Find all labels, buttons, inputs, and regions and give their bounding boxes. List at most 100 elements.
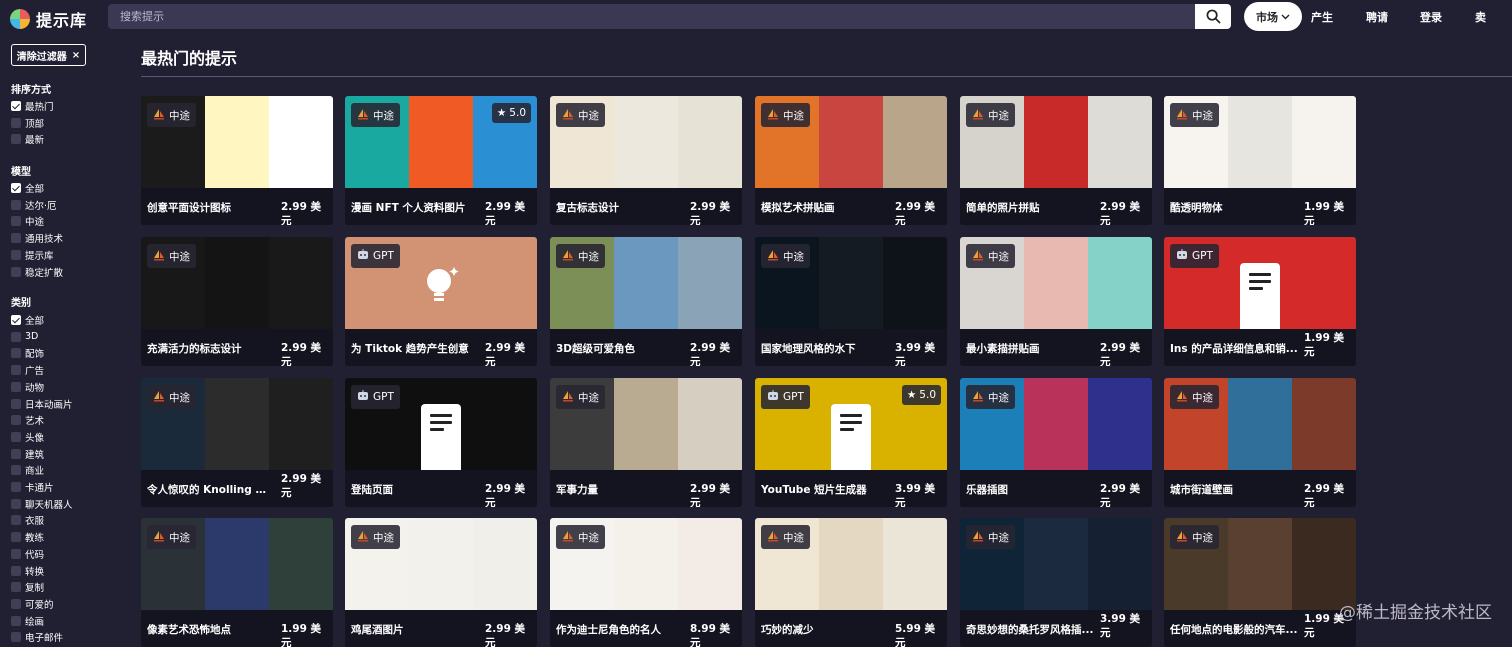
prompt-card[interactable]: 中途 作为迪士尼角色的名人 8.99 美元 <box>550 518 742 647</box>
checkbox[interactable] <box>11 315 21 325</box>
checkbox[interactable] <box>11 381 21 392</box>
sailboat-icon <box>153 390 165 405</box>
checkbox[interactable] <box>11 632 21 643</box>
nav-sell[interactable]: 卖 <box>1475 9 1486 25</box>
checkbox[interactable] <box>11 482 21 492</box>
prompt-card[interactable]: 中途 3D超级可爱角色 2.99 美元 <box>550 237 742 366</box>
filter-option[interactable]: 顶部 <box>11 116 44 130</box>
filter-option-label: 稳定扩散 <box>25 267 64 279</box>
filter-option[interactable]: 聊天机器人 <box>11 497 73 511</box>
prompt-card[interactable]: 中途 城市街道壁画 2.99 美元 <box>1164 378 1356 507</box>
filter-option[interactable]: 全部 <box>11 181 44 195</box>
filter-option[interactable]: 广告 <box>11 363 44 377</box>
prompt-card[interactable]: 中途 国家地理风格的水下 3.99 美元 <box>755 237 947 366</box>
filter-option[interactable]: 衣服 <box>11 513 44 527</box>
checkbox[interactable] <box>11 216 21 227</box>
filter-option[interactable]: 动物 <box>11 380 44 394</box>
filter-option[interactable]: 配饰 <box>11 346 44 360</box>
prompt-card[interactable]: 中途 创意平面设计图标 2.99 美元 <box>141 96 333 225</box>
filter-option[interactable]: 绘画 <box>11 614 44 628</box>
filter-option[interactable]: 商业 <box>11 463 44 477</box>
filter-option[interactable]: 教练 <box>11 530 44 544</box>
filter-option[interactable]: 最新 <box>11 132 44 146</box>
prompt-card[interactable]: 中途 充满活力的标志设计 2.99 美元 <box>141 237 333 366</box>
checkbox[interactable] <box>11 101 21 111</box>
checkbox[interactable] <box>11 183 21 193</box>
prompt-card[interactable]: 中途 军事力量 2.99 美元 <box>550 378 742 507</box>
market-dropdown[interactable]: 市场 <box>1244 2 1302 31</box>
checkbox[interactable] <box>11 465 21 476</box>
prompt-card[interactable]: 中途 乐器插图 2.99 美元 <box>960 378 1152 507</box>
checkbox[interactable] <box>11 615 21 626</box>
nav-create[interactable]: 产生 <box>1311 9 1333 25</box>
prompt-card[interactable]: 中途 奇思妙想的桑托罗风格插... 3.99 美元 <box>960 518 1152 647</box>
prompt-card[interactable]: 中途 酷透明物体 1.99 美元 <box>1164 96 1356 225</box>
filter-option-label: 衣服 <box>25 516 45 528</box>
checkbox[interactable] <box>11 598 21 609</box>
card-price: 2.99 美元 <box>690 342 731 366</box>
checkbox[interactable] <box>11 448 21 459</box>
checkbox[interactable] <box>11 498 21 509</box>
prompt-card[interactable]: 中途 像素艺术恐怖地点 1.99 美元 <box>141 518 333 647</box>
checkbox[interactable] <box>11 431 21 442</box>
prompt-card[interactable]: 中途 ★ 5.0 漫画 NFT 个人资料图片 2.99 美元 <box>345 96 537 225</box>
prompt-card[interactable]: 中途 巧妙的减少 5.99 美元 <box>755 518 947 647</box>
checkbox[interactable] <box>11 331 21 342</box>
prompt-card[interactable]: 中途 简单的照片拼贴 2.99 美元 <box>960 96 1152 225</box>
checkbox[interactable] <box>11 565 21 576</box>
filter-option[interactable]: 艺术 <box>11 413 44 427</box>
card-title: 鸡尾酒图片 <box>351 624 404 636</box>
checkbox[interactable] <box>11 515 21 526</box>
checkbox[interactable] <box>11 365 21 376</box>
checkbox[interactable] <box>11 117 21 128</box>
filter-option[interactable]: 复制 <box>11 580 44 594</box>
checkbox[interactable] <box>11 532 21 543</box>
prompt-card[interactable]: 中途 令人惊叹的 Knolling 对象... 2.99 美元 <box>141 378 333 507</box>
prompt-card[interactable]: 中途 模拟艺术拼贴画 2.99 美元 <box>755 96 947 225</box>
logo[interactable]: 提示库 <box>10 7 87 31</box>
filter-option[interactable]: 3D <box>11 330 38 344</box>
checkbox[interactable] <box>11 266 21 277</box>
filter-option[interactable]: 全部 <box>11 313 44 327</box>
prompt-card[interactable]: 中途 任何地点的电影般的汽车... 1.99 美元 <box>1164 518 1356 647</box>
prompt-card[interactable]: 中途 鸡尾酒图片 2.99 美元 <box>345 518 537 647</box>
filter-option[interactable]: 日本动画片 <box>11 397 73 411</box>
filter-option[interactable]: 电子邮件 <box>11 630 63 644</box>
clear-filters-button[interactable]: 清除过滤器 × <box>11 44 86 66</box>
checkbox[interactable] <box>11 233 21 244</box>
search-input[interactable] <box>108 4 1195 29</box>
prompt-card[interactable]: GPT Ins 的产品详细信息和销... 1.99 美元 <box>1164 237 1356 366</box>
filter-option[interactable]: 代码 <box>11 547 44 561</box>
nav-hire[interactable]: 聘请 <box>1366 9 1388 25</box>
model-badge: 中途 <box>556 385 605 409</box>
checkbox[interactable] <box>11 134 21 145</box>
checkbox[interactable] <box>11 398 21 409</box>
prompt-card[interactable]: GPT ★ 5.0 YouTube 短片生成器 3.99 美元 <box>755 378 947 507</box>
filter-option[interactable]: 通用技术 <box>11 231 63 245</box>
filter-option[interactable]: 最热门 <box>11 99 54 113</box>
checkbox[interactable] <box>11 199 21 210</box>
filter-option[interactable]: 达尔·厄 <box>11 198 57 212</box>
filter-option[interactable]: 转换 <box>11 564 44 578</box>
prompt-card[interactable]: 中途 复古标志设计 2.99 美元 <box>550 96 742 225</box>
filter-option-label: 达尔·厄 <box>25 200 57 212</box>
prompt-card[interactable]: 中途 最小素描拼贴画 2.99 美元 <box>960 237 1152 366</box>
checkbox[interactable] <box>11 415 21 426</box>
checkbox[interactable] <box>11 249 21 260</box>
filter-option[interactable]: 头像 <box>11 430 44 444</box>
filter-option[interactable]: 中途 <box>11 214 44 228</box>
search-button[interactable] <box>1195 4 1231 29</box>
checkbox[interactable] <box>11 348 21 359</box>
checkbox[interactable] <box>11 582 21 593</box>
filter-option[interactable]: 提示库 <box>11 248 54 262</box>
filter-option[interactable]: 稳定扩散 <box>11 265 63 279</box>
model-badge-label: GPT <box>373 250 394 262</box>
filter-option[interactable]: 卡通片 <box>11 480 54 494</box>
filter-option[interactable]: 建筑 <box>11 447 44 461</box>
filter-option[interactable]: 可爱的 <box>11 597 54 611</box>
prompt-card[interactable]: GPT 登陆页面 2.99 美元 <box>345 378 537 507</box>
model-badge-label: 中途 <box>783 109 804 122</box>
nav-login[interactable]: 登录 <box>1420 9 1442 25</box>
prompt-card[interactable]: GPT 为 Tiktok 趋势产生创意 2.99 美元 <box>345 237 537 366</box>
checkbox[interactable] <box>11 548 21 559</box>
